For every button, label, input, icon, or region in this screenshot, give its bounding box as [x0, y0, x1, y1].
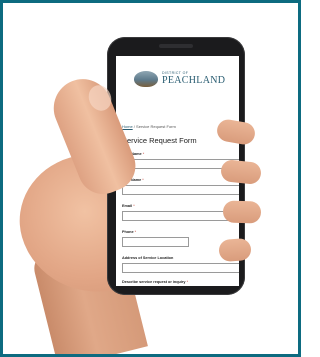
image-frame: DISTRICT OF PEACHLAND Home / Service Req… [0, 0, 301, 357]
description-field-group: Describe service request or inquiry * [122, 280, 239, 284]
last-name-input[interactable] [122, 185, 239, 195]
peachland-logo-icon [134, 71, 158, 87]
address-field-group: Address of Service Location [122, 256, 239, 273]
breadcrumb-current: Service Request Form [136, 124, 176, 129]
logo-big-text: PEACHLAND [162, 75, 226, 86]
hand-finger-3 [222, 200, 262, 224]
phone-speaker [159, 44, 193, 48]
first-name-label: First Name * [122, 152, 145, 156]
breadcrumb: Home / Service Request Form [122, 124, 176, 129]
peachland-logo[interactable]: DISTRICT OF PEACHLAND [126, 70, 236, 92]
last-name-label: Last Name * [122, 178, 144, 182]
last-name-field-group: Last Name * [122, 178, 239, 195]
phone-input[interactable] [122, 237, 189, 247]
email-field-group: Email * [122, 204, 239, 221]
breadcrumb-home-link[interactable]: Home [122, 124, 133, 129]
hand-finger-4 [218, 237, 252, 263]
page-title: Service Request Form [122, 136, 197, 145]
phone-label: Phone * [122, 230, 137, 234]
email-label: Email * [122, 204, 135, 208]
description-label: Describe service request or inquiry * [122, 280, 189, 284]
email-input[interactable] [122, 211, 239, 221]
address-input[interactable] [122, 263, 239, 273]
breadcrumb-separator: / [133, 124, 135, 129]
phone-field-group: Phone * [122, 230, 189, 247]
